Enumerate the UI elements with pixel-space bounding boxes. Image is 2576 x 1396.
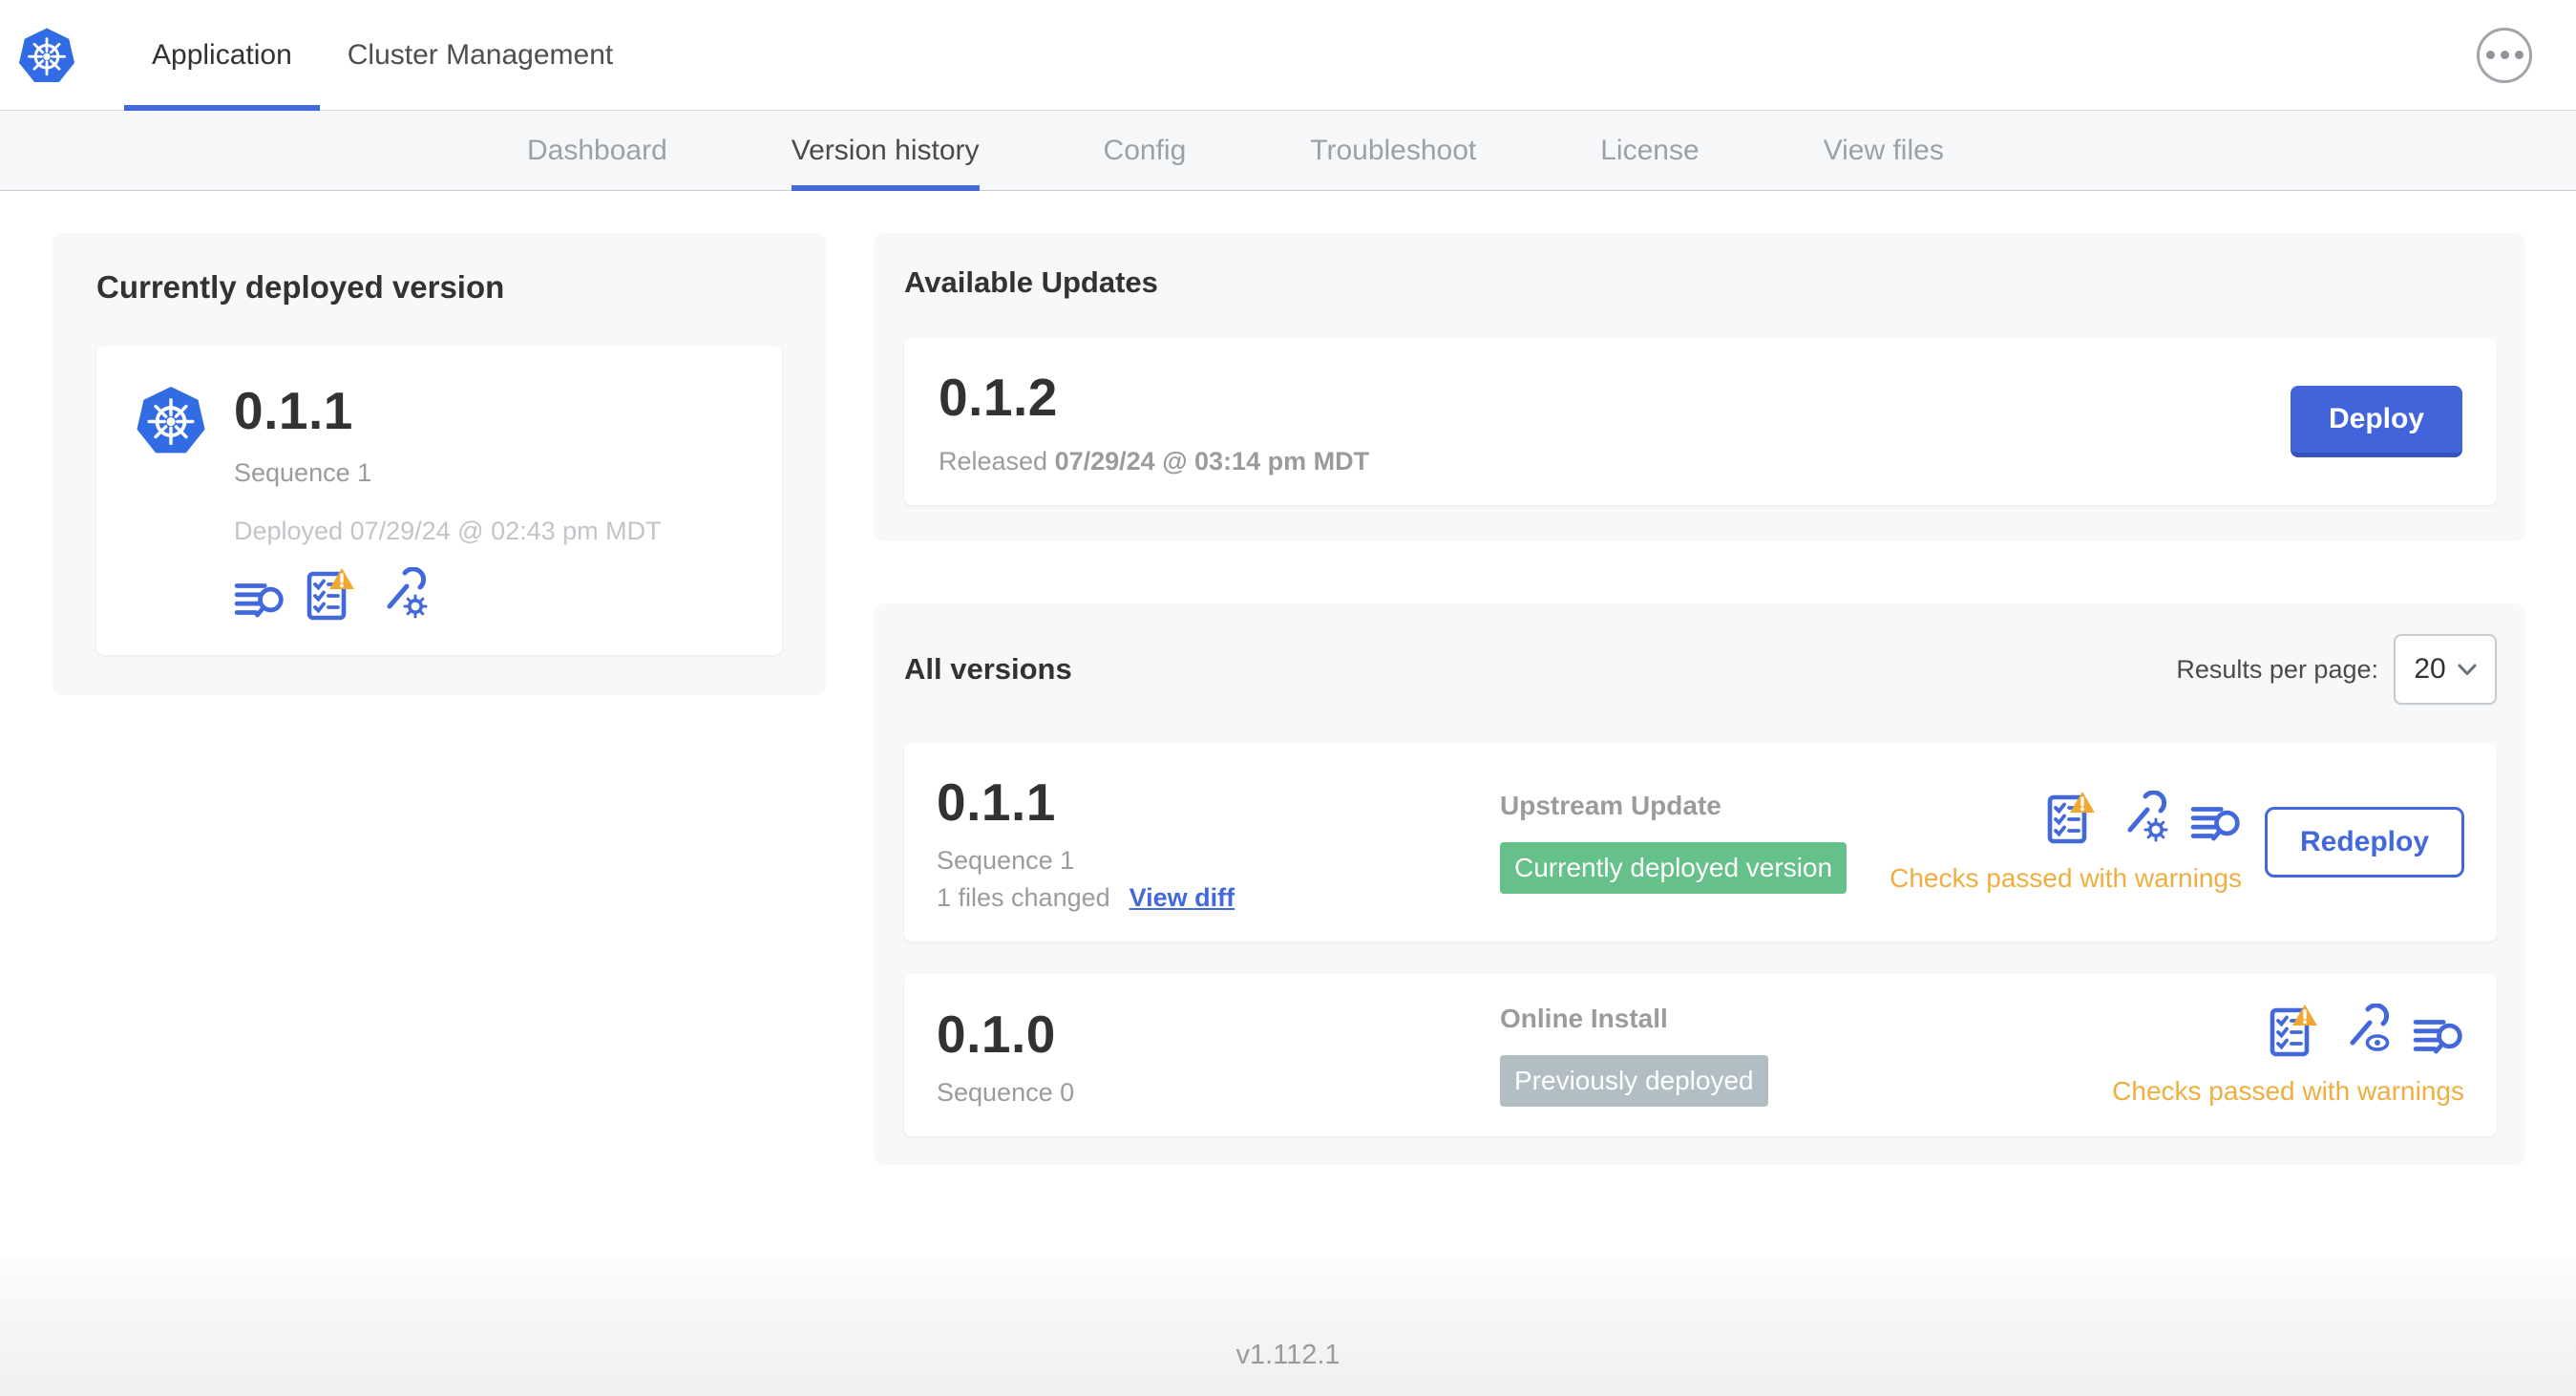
kubernetes-logo [17,0,76,110]
deployed-timestamp: Deployed 07/29/24 @ 02:43 pm MDT [234,517,662,545]
version-row-0-1-1: 0.1.1 Sequence 1 1 files changed View di… [904,743,2497,941]
preflight-checks-warning-icon[interactable] [2047,791,2097,844]
row-action-icons [2270,1004,2464,1057]
right-column: Available Updates 0.1.2 Released 07/29/2… [874,233,2525,1165]
main-content: Currently deployed version 0.1.1 Sequenc… [0,191,2576,1165]
tab-dashboard[interactable]: Dashboard [527,111,667,190]
version-row-0-1-0: 0.1.0 Sequence 0 Online Install Previous… [904,974,2497,1136]
row-version-number: 0.1.1 [937,772,1056,832]
results-per-page-value: 20 [2414,653,2446,685]
tab-view-files[interactable]: View files [1824,111,1944,190]
tab-cluster-management-label: Cluster Management [347,38,614,71]
deployed-actions [234,567,662,621]
update-row: 0.1.2 Released 07/29/24 @ 03:14 pm MDT D… [904,338,2497,505]
checks-status-text: Checks passed with warnings [1890,863,2242,893]
checks-status-text: Checks passed with warnings [2112,1076,2464,1106]
tab-config-label: Config [1103,134,1187,166]
tab-version-history[interactable]: Version history [791,111,980,191]
tab-dashboard-label: Dashboard [527,134,667,166]
deployed-version-number: 0.1.1 [234,381,353,440]
tab-license[interactable]: License [1600,111,1699,190]
previously-deployed-badge: Previously deployed [1500,1055,1768,1107]
app-header: Application Cluster Management [0,0,2576,111]
results-per-page-label: Results per page: [2176,654,2378,684]
deployed-version-card: 0.1.1 Sequence 1 Deployed 07/29/24 @ 02:… [96,346,782,655]
preflight-checks-warning-icon[interactable] [306,567,356,621]
view-config-icon[interactable] [2340,1004,2392,1057]
tab-application-label: Application [152,38,292,71]
tab-view-files-label: View files [1823,134,1944,166]
app-footer: v1.112.1 [0,1258,2576,1396]
deployed-version-details: 0.1.1 Sequence 1 Deployed 07/29/24 @ 02:… [234,380,662,621]
top-nav: Application Cluster Management [124,0,641,111]
deploy-logs-icon[interactable] [2413,1015,2464,1057]
view-diff-link[interactable]: View diff [1130,883,1235,913]
tab-troubleshoot[interactable]: Troubleshoot [1310,111,1476,190]
version-row-actions: Checks passed with warnings [2112,1004,2464,1107]
update-details: 0.1.2 Released 07/29/24 @ 03:14 pm MDT [939,367,1369,476]
version-row-details: 0.1.0 Sequence 0 [937,1004,1500,1108]
ellipsis-menu-icon[interactable] [2477,27,2532,83]
version-row-source: Online Install Previously deployed [1500,1004,2112,1107]
all-versions-title: All versions [904,652,1072,686]
icon-stack: Checks passed with warnings [1890,791,2242,894]
version-row-details: 0.1.1 Sequence 1 1 files changed View di… [937,772,1500,913]
preflight-checks-warning-icon[interactable] [2270,1004,2319,1057]
files-changed-line: 1 files changed View diff [937,883,1500,913]
tab-application[interactable]: Application [124,0,320,111]
deployed-sequence: Sequence 1 [234,458,372,487]
files-changed-text: 1 files changed [937,883,1110,912]
update-released-line: Released 07/29/24 @ 03:14 pm MDT [939,447,1369,476]
chevron-down-icon [2458,664,2477,675]
available-updates-title: Available Updates [904,265,1158,299]
row-version-number: 0.1.0 [937,1004,1056,1064]
tab-cluster-management[interactable]: Cluster Management [320,0,641,110]
all-versions-header: All versions Results per page: 20 [904,634,2497,705]
currently-deployed-card: Currently deployed version 0.1.1 Sequenc… [53,233,826,695]
currently-deployed-badge: Currently deployed version [1500,842,1848,894]
icon-stack: Checks passed with warnings [2112,1004,2464,1107]
results-per-page: Results per page: 20 [2176,634,2497,705]
source-label: Online Install [1500,1004,1668,1033]
row-sequence: Sequence 0 [937,1077,1075,1107]
released-date: 07/29/24 @ 03:14 pm MDT [1054,447,1370,476]
row-sequence: Sequence 1 [937,846,1075,875]
update-version-number: 0.1.2 [939,368,1058,427]
deploy-button[interactable]: Deploy [2290,386,2462,457]
version-row-actions: Checks passed with warnings Redeploy [1890,791,2464,894]
all-versions-card: All versions Results per page: 20 0.1.1 … [874,603,2525,1165]
redeploy-button[interactable]: Redeploy [2264,807,2464,878]
app-icon [135,380,207,621]
released-prefix: Released [939,447,1048,476]
deploy-logs-icon[interactable] [2190,802,2242,844]
source-label: Upstream Update [1500,791,1721,820]
edit-config-icon[interactable] [2118,791,2169,844]
tab-config[interactable]: Config [1104,111,1187,190]
results-per-page-select[interactable]: 20 [2394,634,2497,705]
tab-version-history-label: Version history [791,134,980,166]
console-version: v1.112.1 [1235,1340,1341,1370]
row-action-icons [2047,791,2242,844]
app-subnav: Dashboard Version history Config Trouble… [0,111,2576,191]
deploy-logs-icon[interactable] [234,579,285,621]
available-updates-card: Available Updates 0.1.2 Released 07/29/2… [874,233,2525,541]
tab-license-label: License [1600,134,1700,166]
version-row-source: Upstream Update Currently deployed versi… [1500,791,1890,894]
edit-config-icon[interactable] [377,567,429,621]
tab-troubleshoot-label: Troubleshoot [1310,134,1477,166]
currently-deployed-title: Currently deployed version [96,269,505,305]
